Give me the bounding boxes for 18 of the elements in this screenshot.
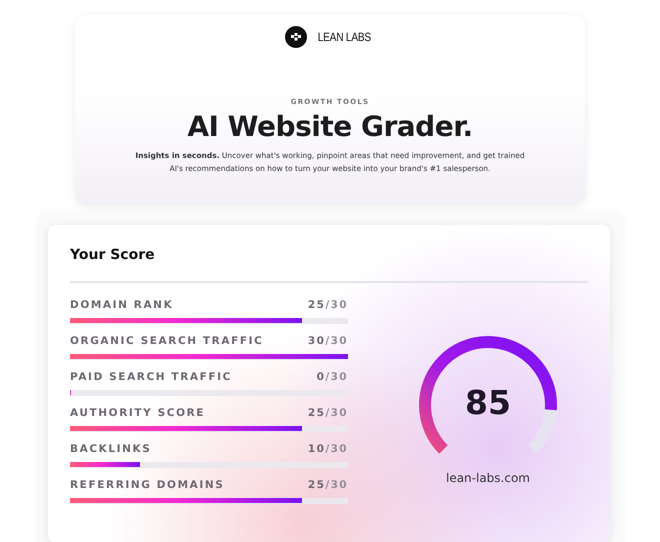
metric-label: DOMAIN RANK [70,299,174,311]
metric-label: REFERRING DOMAINS [70,479,224,491]
metric-score: 25/30 [308,479,348,491]
metric-score: 30/30 [308,335,348,347]
logo-icon [284,26,307,48]
metric-label: BACKLINKS [70,443,152,455]
metric-score: 25/30 [308,407,348,419]
metric-score: 10/30 [308,443,348,455]
metric-label: AUTHORITY SCORE [70,407,206,419]
metric-label: PAID SEARCH TRAFFIC [70,371,232,383]
metric-label: ORGANIC SEARCH TRAFFIC [70,335,264,347]
metric-score: 25/30 [308,299,348,311]
logo-text: LEAN LABS [317,30,371,44]
metric-score: 0/30 [316,371,348,383]
card-title: Your Score [70,247,156,263]
domain-text: lean-labs.com [446,471,530,485]
page-title: AI Website Grader. [187,110,473,143]
score-value: 85 [465,383,511,422]
